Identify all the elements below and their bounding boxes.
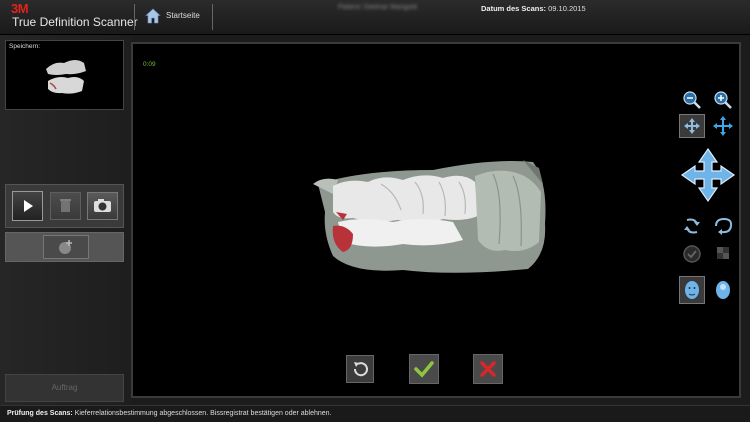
app-name: True Definition Scanner (12, 15, 138, 29)
delete-button[interactable] (50, 192, 81, 220)
camera-icon (94, 199, 111, 212)
scan-viewer[interactable] (131, 42, 741, 398)
zoom-in-button[interactable] (710, 88, 736, 112)
divider (134, 4, 135, 30)
check-view-button[interactable] (679, 242, 705, 266)
navigation-arrows-icon (680, 147, 736, 203)
dental-scan-model (313, 160, 546, 273)
zoom-out-icon (683, 91, 701, 109)
x-icon (480, 361, 496, 377)
status-text: Prüfung des Scans: Kieferrelationsbestim… (7, 410, 332, 417)
view-toolbar (675, 86, 740, 316)
scan-date-label: Datum des Scans: (481, 4, 547, 13)
scan-thumbnail-image (46, 60, 86, 94)
add-scan-panel (5, 232, 124, 262)
face-view-button[interactable] (679, 276, 705, 304)
memory-thumbnail[interactable]: Speichern: (5, 40, 124, 110)
rotate-left-button[interactable] (679, 214, 705, 238)
head-side-icon (716, 281, 730, 299)
play-button[interactable] (12, 191, 43, 221)
check-circle-icon (683, 245, 701, 263)
add-scan-button[interactable] (43, 235, 89, 259)
home-icon (145, 8, 161, 24)
pan-button[interactable] (710, 114, 736, 138)
undo-icon (353, 362, 368, 377)
home-button[interactable] (144, 7, 162, 25)
patient-name: Patient: Dietmar Mangold (338, 4, 417, 11)
navigation-control[interactable] (679, 146, 737, 204)
rotate-left-icon (684, 218, 700, 234)
home-label[interactable]: Startseite (166, 11, 200, 20)
play-icon (24, 200, 33, 212)
scan-timer: 0:09 (143, 61, 156, 68)
scan-date: Datum des Scans: 09.10.2015 (481, 4, 586, 13)
status-bar: Prüfung des Scans: Kieferrelationsbestim… (0, 405, 750, 422)
brand-logo: 3M (11, 1, 29, 16)
order-button[interactable]: Auftrag (5, 374, 124, 402)
rotate-right-icon (715, 217, 733, 235)
grid-icon (717, 247, 729, 259)
face-front-icon (685, 281, 699, 299)
accept-button[interactable] (409, 354, 439, 384)
top-bar: 3M True Definition Scanner Startseite Pa… (0, 0, 750, 35)
zoom-out-button[interactable] (679, 88, 705, 112)
zoom-in-icon (714, 91, 732, 109)
undo-button[interactable] (346, 355, 374, 383)
camera-button[interactable] (87, 192, 118, 220)
status-message: Kieferrelationsbestimmung abgeschlossen.… (74, 410, 332, 417)
status-label: Prüfung des Scans: (7, 410, 73, 417)
head-view-button[interactable] (710, 276, 736, 304)
move-icon (684, 118, 700, 134)
checkmark-icon (414, 361, 434, 378)
trash-icon (60, 199, 71, 212)
grid-view-button[interactable] (710, 242, 736, 266)
move-button[interactable] (679, 114, 705, 138)
pan-icon (713, 116, 733, 136)
scan-control-panel (5, 184, 124, 228)
divider (212, 4, 213, 30)
add-scan-icon (59, 240, 72, 254)
rotate-right-button[interactable] (710, 214, 736, 238)
reject-button[interactable] (473, 354, 503, 384)
scan-date-value: 09.10.2015 (548, 4, 586, 13)
